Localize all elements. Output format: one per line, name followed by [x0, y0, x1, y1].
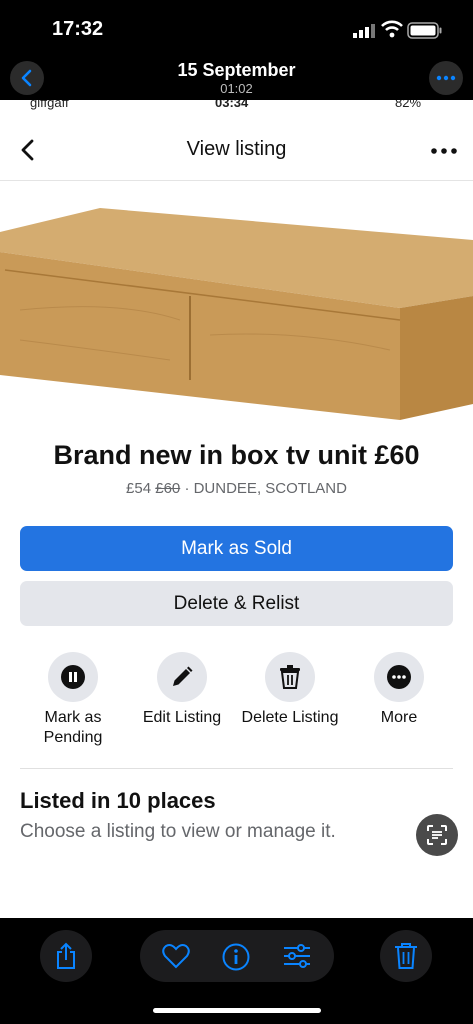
listing-photo[interactable]	[0, 200, 473, 422]
delete-listing-label: Delete Listing	[241, 709, 339, 726]
more-icon	[436, 75, 456, 81]
trash-icon	[280, 665, 300, 689]
inner-status-bar: giffgaff 03:34 82%	[0, 100, 473, 113]
heart-icon[interactable]	[162, 943, 190, 969]
edit-listing-label: Edit Listing	[142, 709, 222, 726]
photo-viewer-header: 15 September 01:02	[0, 50, 473, 102]
listing-price-location: £54 £60 · DUNDEE, SCOTLAND	[0, 480, 473, 497]
info-icon[interactable]	[222, 943, 250, 971]
share-icon	[57, 942, 75, 969]
listing-nav-bar: View listing	[0, 122, 473, 181]
listing-title: Brand new in box tv unit £60	[53, 440, 420, 470]
live-text-icon	[427, 825, 447, 845]
battery-icon	[407, 22, 442, 39]
pencil-icon	[173, 666, 193, 686]
more-button[interactable]: More	[344, 652, 454, 728]
inner-battery: 82%	[395, 100, 422, 110]
more-options-icon[interactable]	[431, 148, 457, 154]
places-subtitle: Choose a listing to view or manage it.	[20, 821, 336, 842]
listing-location: · DUNDEE, SCOTLAND	[184, 480, 347, 497]
listing-price: £54	[126, 480, 152, 497]
photo-duration: 01:02	[220, 81, 253, 96]
live-text-button[interactable]	[416, 814, 458, 856]
status-time: 17:32	[52, 18, 104, 40]
photo-actions-pill	[140, 930, 334, 982]
screenshot-content: giffgaff 03:34 82% View listing Brand ne…	[0, 100, 473, 918]
mark-as-pending-button[interactable]: Mark as Pending	[18, 652, 128, 748]
more-label: More	[380, 709, 418, 726]
trash-icon	[395, 943, 417, 969]
delete-listing-button[interactable]: Delete Listing	[235, 652, 345, 728]
delete-relist-button[interactable]: Delete & Relist	[20, 581, 453, 626]
photo-date: 15 September	[177, 60, 296, 80]
signal-icon	[353, 24, 375, 38]
share-button[interactable]	[40, 930, 92, 982]
page-title: View listing	[186, 138, 287, 160]
more-icon	[387, 665, 411, 689]
mark-as-pending-label: Mark as Pending	[43, 709, 103, 746]
listing-old-price: £60	[155, 480, 181, 497]
home-indicator[interactable]	[153, 1008, 321, 1013]
delete-photo-button[interactable]	[380, 930, 432, 982]
edit-listing-button[interactable]: Edit Listing	[127, 652, 237, 728]
photo-more-button[interactable]	[429, 61, 463, 95]
wifi-icon	[381, 20, 403, 38]
places-title: Listed in 10 places	[20, 788, 216, 813]
divider	[20, 768, 453, 769]
pause-icon	[61, 665, 85, 689]
inner-time: 03:34	[215, 100, 249, 110]
status-bar: 17:32	[0, 0, 473, 50]
mark-as-sold-button[interactable]: Mark as Sold	[20, 526, 453, 571]
adjust-icon[interactable]	[283, 943, 311, 969]
inner-carrier: giffgaff	[30, 100, 69, 110]
